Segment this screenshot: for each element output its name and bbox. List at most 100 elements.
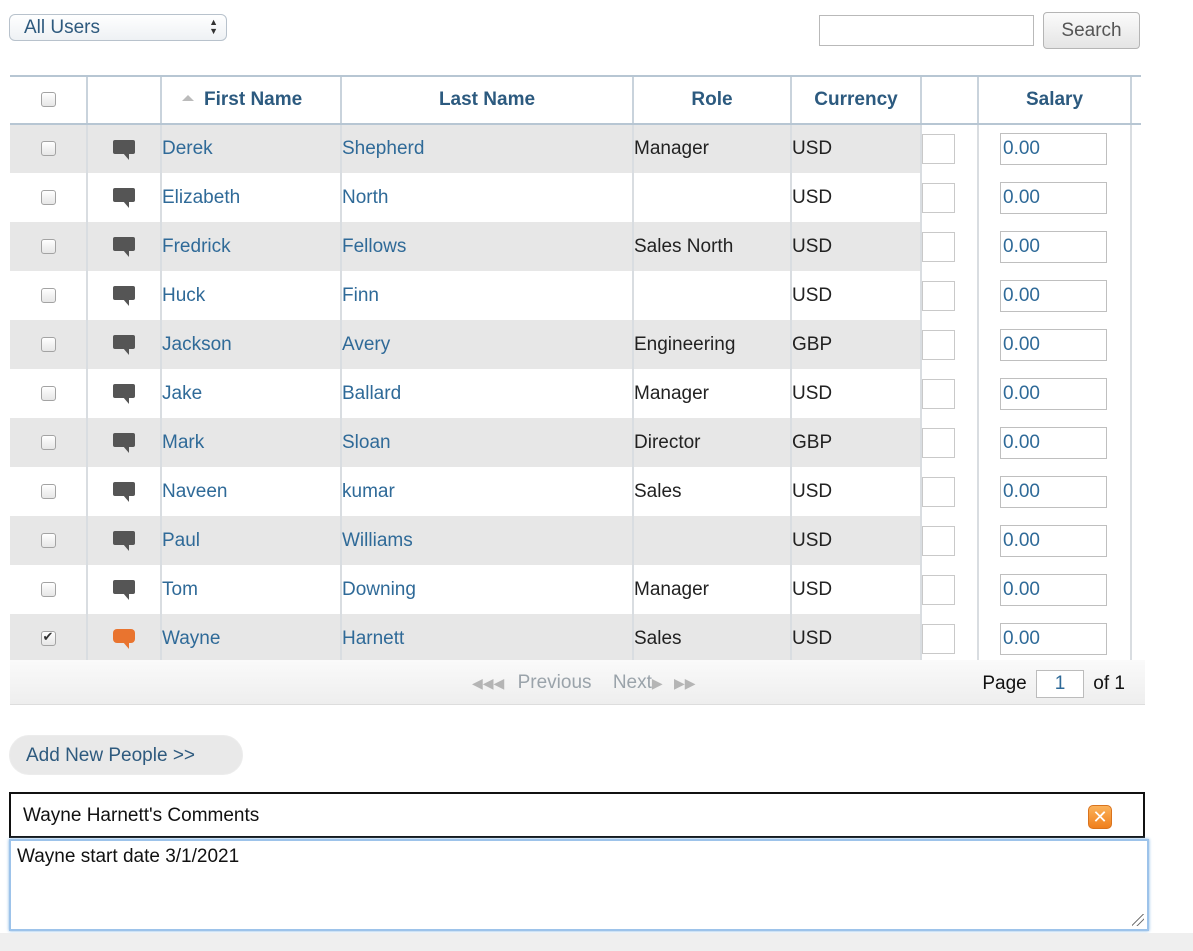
resize-grip-icon[interactable] [1132,914,1144,926]
comment-bubble-icon[interactable] [113,188,135,209]
search-button[interactable]: Search [1043,12,1140,49]
salary-input[interactable]: 0.00 [1000,328,1107,361]
extra-input[interactable] [922,378,955,409]
user-filter-select[interactable]: All Users ▲ ▼ [9,14,227,41]
comment-bubble-icon[interactable] [113,580,135,601]
currency-header[interactable]: Currency [790,75,921,125]
table-row[interactable]: Huck Finn USD 0.00 [10,271,1141,320]
comment-bubble-icon[interactable] [113,482,135,503]
previous-page-icon[interactable]: ◀ [494,675,505,691]
next-page-icon[interactable]: ▶ [652,675,663,691]
comment-bubble-icon[interactable] [113,139,135,160]
last-name-cell[interactable]: Shepherd [340,124,633,173]
role-header[interactable]: Role [632,75,791,125]
comment-bubble-icon[interactable] [113,335,135,356]
comment-bubble-icon[interactable] [113,531,135,552]
row-checkbox[interactable] [40,581,56,597]
first-name-cell[interactable]: Huck [160,271,341,320]
last-name-cell[interactable]: Downing [340,565,633,614]
salary-input[interactable]: 0.00 [1000,230,1107,263]
row-checkbox[interactable] [40,141,56,157]
table-row[interactable]: Naveen kumar Sales USD 0.00 [10,467,1141,516]
close-icon[interactable]: ✕ [1088,805,1112,829]
comment-bubble-icon[interactable] [113,286,135,307]
last-name-cell[interactable]: Harnett [340,614,633,663]
select-all-checkbox[interactable] [40,92,56,108]
table-row[interactable]: Paul Williams USD 0.00 [10,516,1141,565]
row-checkbox[interactable] [40,238,56,254]
row-checkbox[interactable] [40,287,56,303]
search-input[interactable] [819,15,1034,46]
role-cell [632,516,791,565]
extra-input[interactable] [922,525,955,556]
first-name-cell[interactable]: Tom [160,565,341,614]
first-name-cell[interactable]: Derek [160,124,341,173]
comment-bubble-icon[interactable] [113,433,135,454]
salary-input[interactable]: 0.00 [1000,524,1107,557]
extra-input[interactable] [922,623,955,654]
table-row[interactable]: Derek Shepherd Manager USD 0.00 [10,124,1141,173]
last-name-cell[interactable]: Sloan [340,418,633,467]
add-new-people-button[interactable]: Add New People >> [9,735,243,775]
row-checkbox[interactable] [40,189,56,205]
first-name-cell[interactable]: Naveen [160,467,341,516]
row-checkbox[interactable] [40,434,56,450]
last-name-cell[interactable]: North [340,173,633,222]
table-row[interactable]: Elizabeth North USD 0.00 [10,173,1141,222]
table-row[interactable]: WayneHarnettSalesUSD 0.00 [10,614,1141,663]
salary-input[interactable]: 0.00 [1000,377,1107,410]
salary-input[interactable]: 0.00 [1000,133,1107,165]
salary-header[interactable]: Salary [977,75,1131,125]
row-checkbox[interactable] [40,629,56,646]
row-checkbox[interactable] [40,385,56,401]
salary-input[interactable]: 0.00 [1000,279,1107,312]
extra-input[interactable] [922,280,955,311]
extra-input[interactable] [922,427,955,458]
row-checkbox[interactable] [40,336,56,352]
salary-input[interactable]: 0.00 [1000,426,1107,459]
comment-bubble-icon[interactable] [113,629,135,650]
table-row[interactable]: Fredrick Fellows Sales North USD 0.00 [10,222,1141,271]
first-name-header[interactable]: First Name [160,75,341,125]
first-name-cell[interactable]: Elizabeth [160,173,341,222]
last-name-cell[interactable]: Fellows [340,222,633,271]
previous-link[interactable]: Previous [518,672,592,693]
row-checkbox[interactable] [40,532,56,548]
comment-bubble-icon[interactable] [113,237,135,258]
extra-input[interactable] [922,476,955,507]
salary-input[interactable]: 0.00 [1000,622,1107,655]
table-row[interactable]: Mark Sloan Director GBP 0.00 [10,418,1141,467]
salary-input[interactable]: 0.00 [1000,181,1107,214]
page-number-input[interactable]: 1 [1036,670,1085,698]
first-page-icon[interactable]: ◀◀ [472,675,494,691]
extra-input[interactable] [922,574,955,605]
extra-input[interactable] [922,182,955,213]
table-row[interactable]: Jackson Avery Engineering GBP 0.00 [10,320,1141,369]
table-row[interactable]: Jake Ballard Manager USD 0.00 [10,369,1141,418]
extra-input[interactable] [922,329,955,360]
first-name-cell[interactable]: Wayne [160,614,341,663]
last-name-cell[interactable]: Finn [340,271,633,320]
last-name-header[interactable]: Last Name [340,75,633,125]
last-name-cell[interactable]: Ballard [340,369,633,418]
comment-bubble-icon[interactable] [113,384,135,405]
extra-input[interactable] [922,134,955,164]
first-name-cell[interactable]: Paul [160,516,341,565]
salary-input[interactable]: 0.00 [1000,573,1107,606]
first-name-cell[interactable]: Jake [160,369,341,418]
salary-input[interactable]: 0.00 [1000,475,1107,508]
first-name-cell[interactable]: Mark [160,418,341,467]
row-checkbox[interactable] [40,483,56,499]
comments-textarea[interactable]: Wayne start date 3/1/2021 [9,839,1149,931]
extra-cell [920,467,978,516]
last-name-cell[interactable]: Williams [340,516,633,565]
last-name-cell[interactable]: kumar [340,467,633,516]
table-row[interactable]: Tom Downing Manager USD 0.00 [10,565,1141,614]
next-link[interactable]: Next [613,672,652,693]
people-grid: First Name Last Name Role Currency Salar… [10,75,1141,663]
first-name-cell[interactable]: Jackson [160,320,341,369]
last-page-icon[interactable]: ▶▶ [674,675,696,691]
last-name-cell[interactable]: Avery [340,320,633,369]
extra-input[interactable] [922,231,955,262]
first-name-cell[interactable]: Fredrick [160,222,341,271]
